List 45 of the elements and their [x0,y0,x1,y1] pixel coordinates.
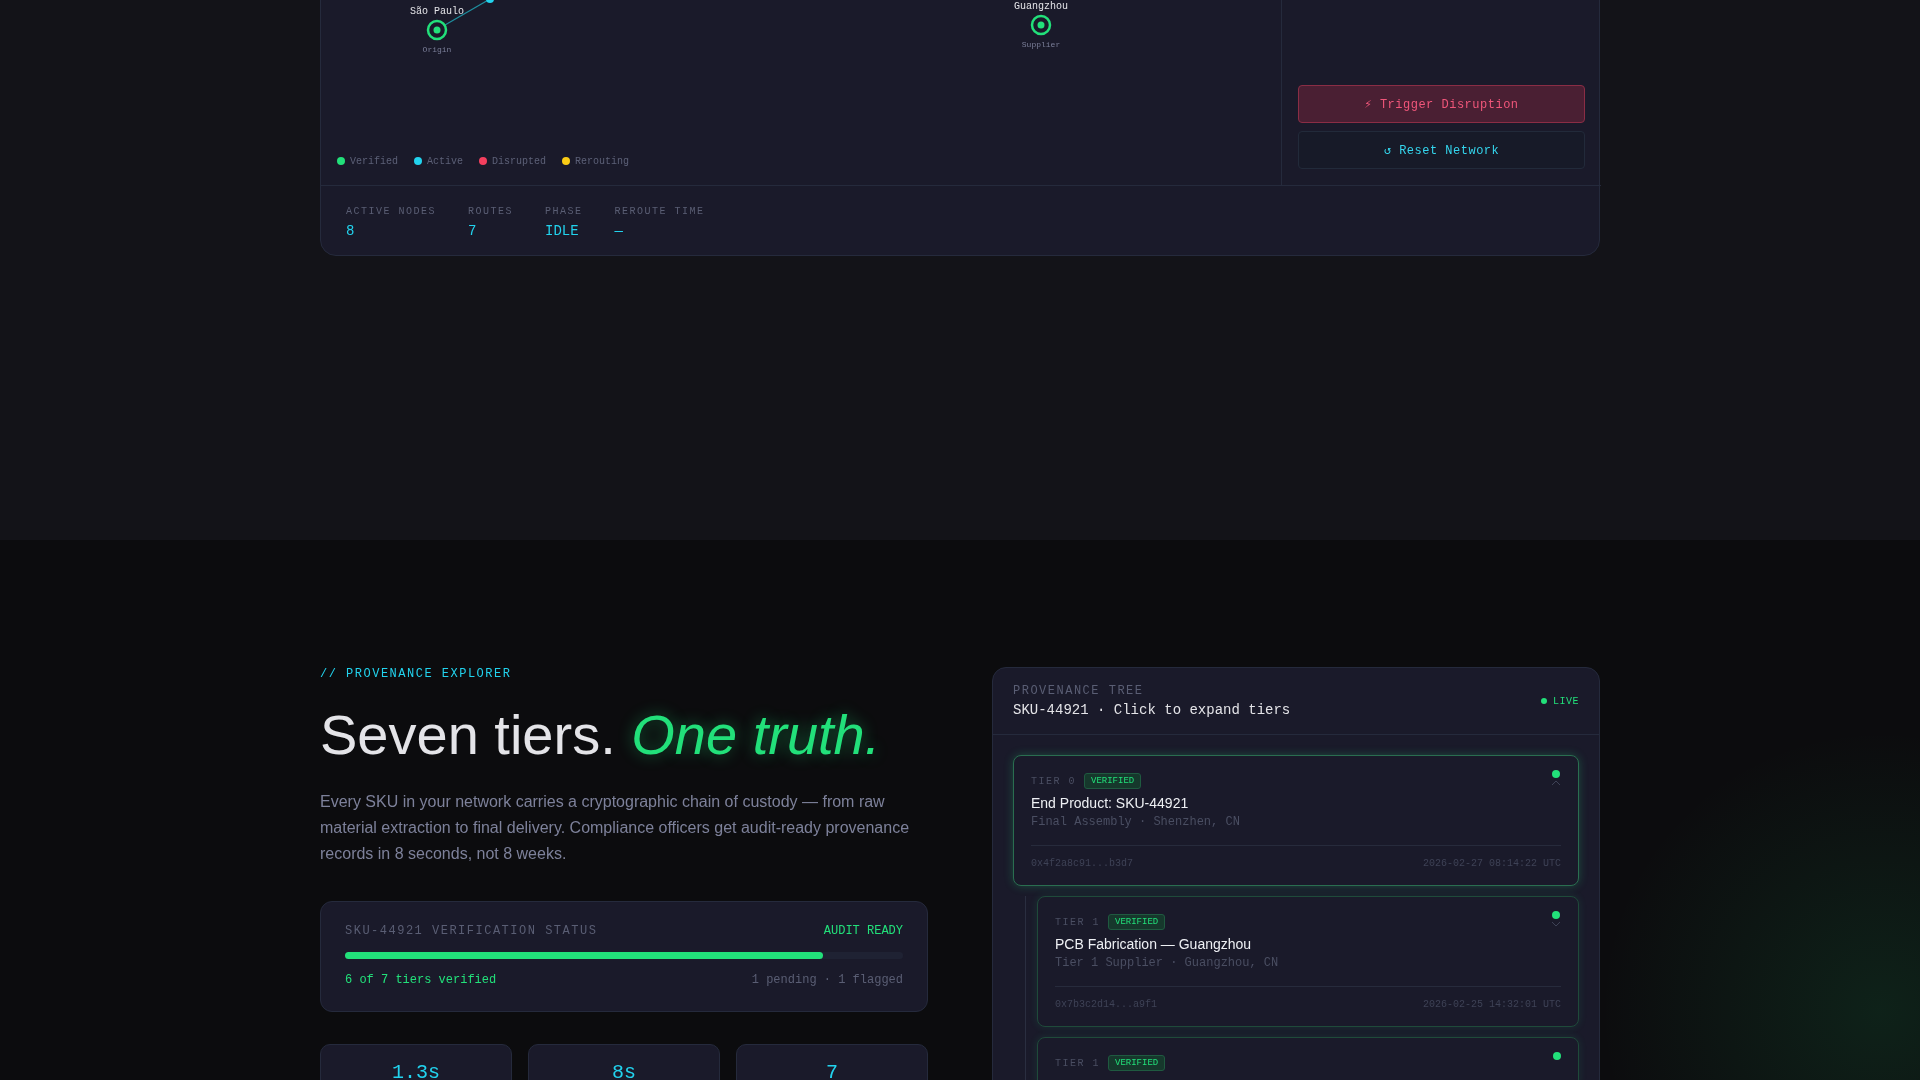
node-marker[interactable] [1030,14,1052,36]
card-title: SKU-44921 VERIFICATION STATUS [345,924,598,938]
legend-item: Rerouting [562,155,630,167]
panel-label: PROVENANCE TREE [1013,684,1145,698]
progress-text: 6 of 7 tiers verified [345,973,497,987]
tier-label: TIER 0 [1031,775,1076,787]
tier-title: End Product: SKU-44921 [1031,795,1190,811]
stat-value: IDLE [545,223,580,239]
metric-card: 1.3s [320,1044,512,1080]
tier-title: PCB Fabrication — Guangzhou [1055,936,1253,952]
node-role: Supplier [1021,40,1061,49]
stat-label: PHASE [545,206,583,217]
stat-label: ACTIVE NODES [346,206,436,217]
verified-badge: VERIFIED [1084,773,1142,789]
tier-location: Final Assembly · Shenzhen, CN [1031,815,1241,829]
stat-value: — [614,223,624,239]
node-name: Guangzhou [1014,1,1068,12]
stat-label: REROUTE TIME [614,206,705,217]
section-eyebrow: // PROVENANCE EXPLORER [320,667,513,681]
trigger-disruption-button[interactable]: ⚡ Trigger Disruption [1298,85,1585,123]
legend-item: Active [414,155,464,167]
node-name: São Paulo [410,6,464,17]
progress-summary: 1 pending · 1 flagged [751,973,903,987]
audit-status: AUDIT READY [823,924,903,938]
section-description: Every SKU in your network carries a cryptographic chain of custody — from raw material extraction to final delivery. Compliance officers get audit-ready provenance records in 8 seconds, not 8 weeks. [320,792,911,864]
status-dot [1552,911,1560,919]
panel-subtitle: SKU-44921 · Click to expand tiers [1013,702,1291,718]
status-dot [1552,770,1560,778]
node-marker[interactable] [486,0,494,3]
metric-card: 7 [736,1044,928,1080]
verified-badge: VERIFIED [1108,914,1166,930]
stat-value: 8 [346,223,356,239]
tier-location: Tier 1 Supplier · Guangzhou, CN [1055,956,1280,970]
node-role: Origin [422,45,452,54]
node-marker[interactable] [426,19,448,41]
verified-badge: VERIFIED [1108,1055,1166,1071]
live-indicator: LIVE [1541,695,1579,707]
reset-network-button[interactable]: ↺ Reset Network [1298,131,1585,169]
legend-item: Disrupted [479,155,547,167]
status-dot [1553,1052,1561,1060]
section-heading: Seven tiers. One truth. [320,703,882,767]
metric-card: 8s [528,1044,720,1080]
stat-value: 7 [468,223,478,239]
legend-item: Verified [337,155,398,167]
stat-label: ROUTES [468,206,514,217]
